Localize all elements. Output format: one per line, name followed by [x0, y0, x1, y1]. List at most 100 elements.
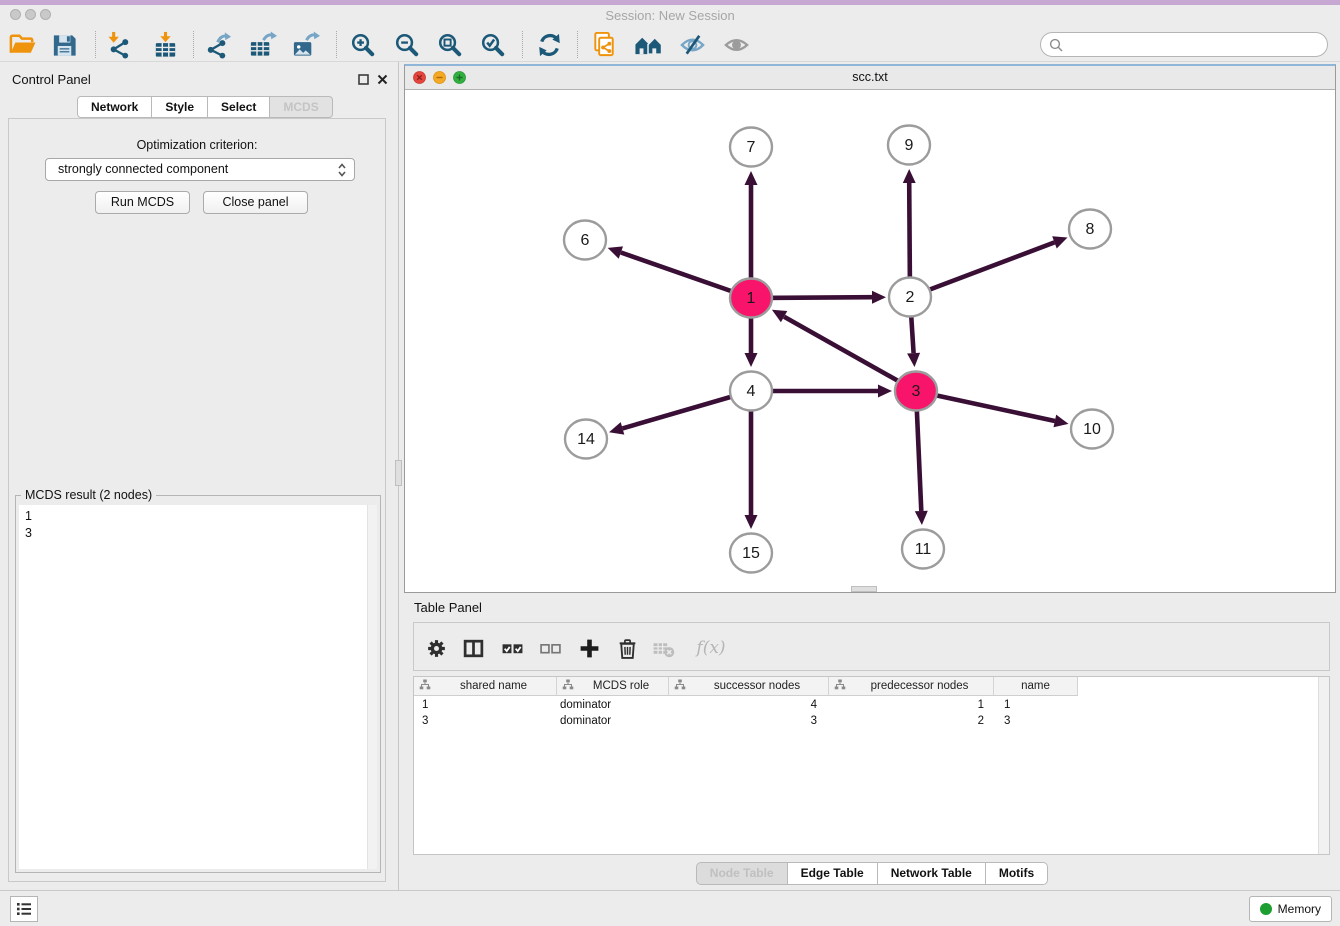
tab-select[interactable]: Select [208, 96, 270, 118]
graph-node-14[interactable]: 14 [565, 420, 607, 459]
clone-network-icon[interactable] [587, 29, 621, 60]
graph-node-8[interactable]: 8 [1069, 210, 1111, 249]
table-row[interactable]: 3dominator323 [414, 713, 1318, 729]
os-titlebar: Session: New Session [0, 0, 1340, 28]
attribute-tree-icon [414, 679, 431, 693]
mcds-result-line: 1 [25, 508, 377, 525]
search-box[interactable] [1040, 32, 1328, 57]
table-cell: 3 [994, 715, 1078, 727]
network-window-titlebar[interactable]: scc.txt [405, 66, 1335, 90]
table-cell: dominator [557, 699, 669, 711]
graph-node-15[interactable]: 15 [730, 534, 772, 573]
edge-4-14-arrowhead [609, 422, 624, 435]
column-header-name[interactable]: name [994, 677, 1078, 696]
table-cell: 2 [829, 715, 994, 727]
column-header-successor-nodes[interactable]: successor nodes [669, 677, 829, 696]
export-image-icon[interactable] [288, 29, 322, 60]
svg-text:6: 6 [581, 232, 590, 249]
close-panel-button[interactable]: Close panel [203, 191, 308, 214]
tab-network-table[interactable]: Network Table [878, 862, 986, 885]
delete-table-icon[interactable] [650, 636, 676, 660]
toolbar-separator [95, 31, 96, 58]
task-history-button[interactable] [10, 896, 38, 922]
graph-node-10[interactable]: 10 [1071, 410, 1113, 449]
column-header-shared-name[interactable]: shared name [414, 677, 557, 696]
show-hidden-icon[interactable] [719, 29, 753, 60]
graph-node-6[interactable]: 6 [564, 221, 606, 260]
export-network-icon[interactable] [201, 29, 235, 60]
edge-2-8[interactable] [910, 242, 1055, 297]
table-cell: 3 [669, 715, 829, 727]
vertical-splitter-handle[interactable] [395, 460, 402, 486]
search-input[interactable] [1067, 34, 1323, 57]
graph-node-11[interactable]: 11 [902, 530, 944, 569]
graph-node-1[interactable]: 1 [730, 279, 772, 318]
select-all-icon[interactable] [499, 636, 525, 660]
edge-3-1[interactable] [784, 317, 916, 391]
first-neighbors-icon[interactable] [631, 29, 665, 60]
run-mcds-button[interactable]: Run MCDS [95, 191, 190, 214]
attribute-tree-icon [557, 679, 574, 693]
tab-node-table[interactable]: Node Table [696, 862, 788, 885]
table-panel: Table Panel f(x) shared nameMCDS rolesuc… [404, 594, 1340, 890]
graph-node-2[interactable]: 2 [889, 278, 931, 317]
column-layout-icon[interactable] [460, 636, 486, 660]
control-panel-tabs: NetworkStyleSelectMCDS [77, 96, 333, 118]
table-row[interactable]: 1dominator411 [414, 697, 1318, 713]
control-panel-title: Control Panel [12, 72, 91, 87]
zoom-out-icon[interactable] [389, 29, 423, 60]
edge-4-3-arrowhead [878, 385, 892, 398]
table-cell: 3 [414, 715, 557, 727]
graph-node-4[interactable]: 4 [730, 372, 772, 411]
import-table-icon[interactable] [148, 29, 182, 60]
open-file-icon[interactable] [5, 29, 39, 60]
zoom-selected-icon[interactable] [475, 29, 509, 60]
main-toolbar [0, 28, 1340, 62]
svg-text:14: 14 [577, 431, 595, 448]
network-window-title: scc.txt [405, 70, 1335, 84]
zoom-in-icon[interactable] [345, 29, 379, 60]
network-canvas[interactable]: 7 9 6 8 1 2 4 3 14 10 15 11 [405, 90, 1335, 592]
optimization-criterion-label: Optimization criterion: [9, 138, 385, 152]
import-network-icon[interactable] [101, 29, 135, 60]
delete-row-icon[interactable] [614, 636, 640, 660]
table-cell: 1 [414, 699, 557, 711]
node-table-scrollbar[interactable] [1318, 677, 1329, 854]
table-cell: 1 [994, 699, 1078, 711]
control-panel-close-icon[interactable] [377, 74, 388, 88]
graph-node-7[interactable]: 7 [730, 128, 772, 167]
tab-edge-table[interactable]: Edge Table [788, 862, 878, 885]
zoom-fit-icon[interactable] [432, 29, 466, 60]
add-row-icon[interactable] [576, 636, 602, 660]
titlebar-accent-strip [0, 0, 1340, 5]
graph-node-9[interactable]: 9 [888, 126, 930, 165]
memory-button[interactable]: Memory [1249, 896, 1332, 922]
export-table-icon[interactable] [245, 29, 279, 60]
mcds-result-line: 3 [25, 525, 377, 542]
mcds-result-textarea[interactable]: 13 [19, 505, 377, 869]
tab-mcds[interactable]: MCDS [270, 96, 332, 118]
tab-network[interactable]: Network [77, 96, 152, 118]
table-settings-icon[interactable] [423, 636, 449, 660]
table-panel-tabs: Node TableEdge TableNetwork TableMotifs [404, 862, 1340, 885]
list-icon [16, 902, 32, 916]
unselect-all-icon[interactable] [537, 636, 563, 660]
node-table-header: shared nameMCDS rolesuccessor nodesprede… [414, 677, 1078, 696]
hide-selected-icon[interactable] [675, 29, 709, 60]
column-header-mcds-role[interactable]: MCDS role [557, 677, 669, 696]
table-cell: 1 [829, 699, 994, 711]
edge-1-6-arrowhead [608, 246, 623, 258]
tab-motifs[interactable]: Motifs [986, 862, 1048, 885]
control-panel-float-icon[interactable] [358, 74, 369, 88]
tab-style[interactable]: Style [152, 96, 208, 118]
criterion-dropdown[interactable]: strongly connected component [45, 158, 355, 181]
save-session-icon[interactable] [47, 29, 81, 60]
function-builder-icon[interactable]: f(x) [691, 636, 731, 660]
toolbar-separator [577, 31, 578, 58]
column-header-predecessor-nodes[interactable]: predecessor nodes [829, 677, 994, 696]
refresh-view-icon[interactable] [532, 29, 566, 60]
mcds-result-scrollbar[interactable] [367, 505, 377, 869]
horizontal-splitter-handle[interactable] [851, 586, 877, 592]
edge-3-10-arrowhead [1054, 415, 1069, 428]
graph-node-3[interactable]: 3 [895, 372, 937, 411]
